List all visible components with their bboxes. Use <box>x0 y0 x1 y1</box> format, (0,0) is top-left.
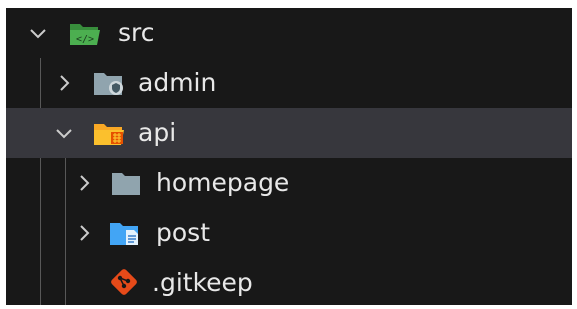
tree-item-label: admin <box>138 68 217 97</box>
folder-admin-icon <box>94 73 123 95</box>
tree-item-src[interactable]: </> src <box>6 8 572 58</box>
folder-icon <box>112 173 140 195</box>
chevron-right-icon[interactable] <box>74 223 94 243</box>
tree-item-label: .gitkeep <box>152 268 253 297</box>
chevron-down-icon[interactable] <box>54 123 74 143</box>
tree-item-admin[interactable]: admin <box>6 58 572 108</box>
folder-src-open-icon: </> <box>70 24 100 45</box>
chevron-down-icon[interactable] <box>28 23 48 43</box>
tree-item-label: src <box>118 18 155 47</box>
git-icon <box>111 269 137 295</box>
tree-item-label: homepage <box>156 168 290 197</box>
tree-item-post[interactable]: post <box>6 208 572 258</box>
folder-api-open-icon <box>94 124 124 145</box>
tree-item-gitkeep[interactable]: .gitkeep <box>6 258 572 305</box>
tree-item-homepage[interactable]: homepage <box>6 158 572 208</box>
tree-item-label: post <box>156 218 210 247</box>
svg-text:</>: </> <box>76 34 94 45</box>
chevron-right-icon[interactable] <box>54 73 74 93</box>
tree-item-label: api <box>138 118 177 147</box>
file-explorer-tree: </> src admin api homepage post .gitkeep <box>6 8 572 305</box>
folder-post-icon <box>110 223 138 245</box>
chevron-right-icon[interactable] <box>74 173 94 193</box>
tree-item-api[interactable]: api <box>6 108 572 158</box>
